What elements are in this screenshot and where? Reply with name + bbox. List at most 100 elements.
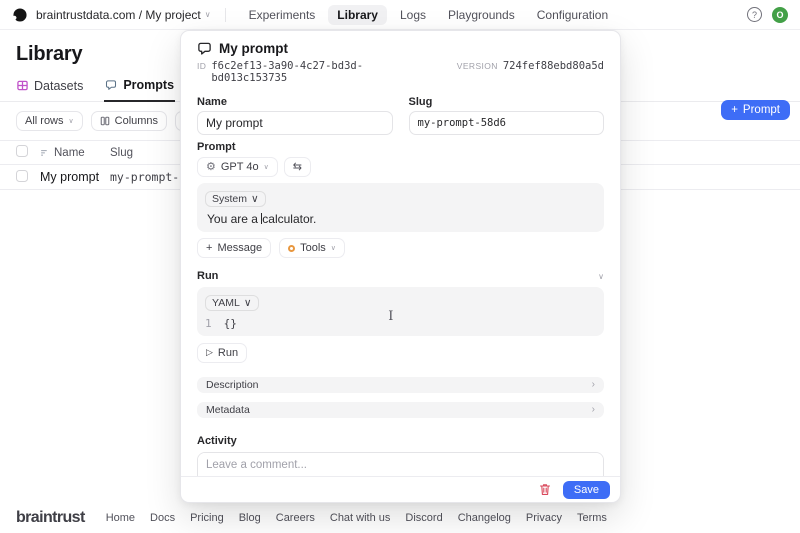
swap-icon: ⇆ [293, 162, 302, 173]
nav-tab-configuration[interactable]: Configuration [528, 5, 617, 25]
tab-prompts-label: Prompts [123, 78, 174, 92]
system-message-box: System ∨ You are a calculator. [197, 183, 604, 232]
footer-link-terms[interactable]: Terms [577, 512, 607, 524]
columns-label: Columns [115, 115, 158, 127]
tools-dropdown[interactable]: Tools ∨ [279, 238, 345, 258]
columns-button[interactable]: Columns [91, 111, 167, 131]
slug-field[interactable] [409, 111, 605, 135]
plus-icon: + [206, 242, 212, 254]
comment-box [197, 452, 604, 477]
modal-title-row: My prompt [197, 41, 604, 56]
chevron-down-icon: ∨ [251, 193, 259, 205]
openai-icon: ⚙ [206, 162, 216, 173]
add-message-label: Message [217, 242, 262, 254]
activity-section-label: Activity [197, 435, 604, 447]
modal-content: My prompt ID f6c2ef13-3a90-4c27-bd3d-bd0… [181, 31, 620, 476]
yaml-format-dropdown[interactable]: YAML ∨ [205, 295, 259, 311]
header-name-cell[interactable]: Name [40, 147, 110, 159]
footer-link-privacy[interactable]: Privacy [526, 512, 562, 524]
system-message-text[interactable]: You are a calculator. [205, 212, 596, 226]
play-icon: ▷ [206, 347, 213, 358]
user-avatar[interactable]: O [772, 7, 788, 23]
footer-link-chat[interactable]: Chat with us [330, 512, 391, 524]
nav-tab-library[interactable]: Library [328, 5, 387, 25]
project-breadcrumb[interactable]: braintrustdata.com / My project ∨ [36, 8, 211, 22]
tab-datasets-label: Datasets [34, 79, 83, 93]
message-actions-row: + Message Tools ∨ [197, 238, 604, 258]
braintrust-logo-icon [12, 7, 28, 23]
model-selector[interactable]: ⚙ GPT 4o ∨ [197, 157, 278, 177]
braintrust-wordmark: braintrust [16, 509, 85, 527]
name-field-group: Name [197, 96, 393, 135]
sort-icon [40, 148, 49, 157]
new-prompt-button[interactable]: + Prompt [721, 100, 790, 120]
id-label: ID [197, 61, 206, 71]
comment-input[interactable] [198, 453, 603, 477]
help-icon[interactable]: ? [747, 7, 762, 22]
row-name-cell: My prompt [40, 170, 110, 184]
row-checkbox-cell [16, 170, 40, 185]
select-all-checkbox[interactable] [16, 145, 28, 157]
tab-datasets[interactable]: Datasets [16, 78, 84, 101]
chevron-right-icon: › [592, 404, 595, 415]
rows-filter-dropdown[interactable]: All rows ∨ [16, 111, 83, 131]
add-message-button[interactable]: + Message [197, 238, 271, 258]
run-button[interactable]: ▷ Run [197, 343, 247, 363]
modal-footer: Save [181, 476, 620, 502]
nav-tab-experiments[interactable]: Experiments [240, 5, 325, 25]
yaml-format-label: YAML [212, 297, 240, 309]
model-row: ⚙ GPT 4o ∨ ⇆ [197, 157, 604, 177]
save-button[interactable]: Save [563, 481, 610, 499]
collapse-run-icon[interactable]: ∨ [598, 272, 604, 281]
nav-tab-playgrounds[interactable]: Playgrounds [439, 5, 524, 25]
footer-link-careers[interactable]: Careers [276, 512, 315, 524]
chevron-down-icon: ∨ [69, 117, 74, 125]
yaml-code: {} [224, 317, 237, 330]
footer-link-pricing[interactable]: Pricing [190, 512, 224, 524]
swap-model-button[interactable]: ⇆ [284, 157, 311, 177]
nav-divider [225, 8, 226, 22]
chevron-right-icon: › [592, 379, 595, 390]
nav-tab-logs[interactable]: Logs [391, 5, 435, 25]
prompt-section-label: Prompt [197, 141, 604, 153]
columns-icon [100, 116, 110, 126]
nav-tabs: Experiments Library Logs Playgrounds Con… [240, 5, 618, 25]
row-checkbox[interactable] [16, 170, 28, 182]
system-text-after: calculator. [262, 212, 316, 226]
tools-icon [288, 245, 295, 252]
footer-link-changelog[interactable]: Changelog [458, 512, 511, 524]
metadata-section[interactable]: Metadata › [197, 402, 604, 418]
id-value: f6c2ef13-3a90-4c27-bd3d-bd013c153735 [211, 60, 437, 84]
header-checkbox-cell [16, 145, 40, 160]
chevron-down-icon: ∨ [205, 10, 211, 19]
run-input-editor[interactable]: YAML ∨ 1 {} I [197, 287, 604, 336]
trash-icon [539, 483, 551, 496]
slug-field-group: Slug [409, 96, 605, 135]
prompt-detail-modal: My prompt ID f6c2ef13-3a90-4c27-bd3d-bd0… [180, 30, 621, 503]
message-role-dropdown[interactable]: System ∨ [205, 191, 266, 207]
footer-link-docs[interactable]: Docs [150, 512, 175, 524]
new-prompt-label: Prompt [743, 104, 780, 116]
name-field[interactable] [197, 111, 393, 135]
name-column-header: Name [54, 147, 85, 159]
run-section-header: Run ∨ [197, 270, 604, 282]
delete-button[interactable] [535, 481, 555, 499]
top-navigation: braintrustdata.com / My project ∨ Experi… [0, 0, 800, 30]
tools-label: Tools [300, 242, 326, 254]
chevron-down-icon: ∨ [331, 244, 336, 252]
chat-bubble-icon [197, 41, 212, 56]
description-section[interactable]: Description › [197, 377, 604, 393]
footer-link-discord[interactable]: Discord [405, 512, 442, 524]
slug-field-label: Slug [409, 96, 605, 108]
run-button-label: Run [218, 347, 238, 359]
footer-link-home[interactable]: Home [106, 512, 135, 524]
footer-link-blog[interactable]: Blog [239, 512, 261, 524]
ibeam-cursor-icon: I [388, 309, 393, 324]
chat-bubble-icon [105, 79, 117, 91]
version-value: 724fef88ebd80a5d [503, 60, 604, 72]
chevron-down-icon: ∨ [264, 163, 269, 171]
tab-prompts[interactable]: Prompts [104, 78, 175, 102]
id-version-row: ID f6c2ef13-3a90-4c27-bd3d-bd013c153735 … [197, 60, 604, 84]
breadcrumb-label: braintrustdata.com / My project [36, 8, 201, 22]
plus-icon: + [731, 104, 738, 116]
